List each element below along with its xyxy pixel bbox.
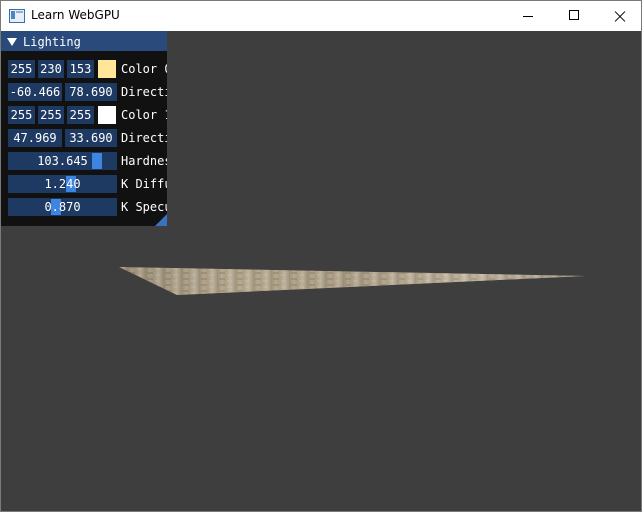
- color0-g-field[interactable]: 230: [38, 60, 64, 78]
- color1-r-field[interactable]: 255: [8, 106, 35, 124]
- hardness-slider-grab[interactable]: [92, 153, 103, 169]
- direction1-y-field[interactable]: 33.690: [65, 129, 117, 147]
- color0-label: Color 0: [121, 62, 167, 76]
- k-specular-slider[interactable]: 0.870: [8, 198, 117, 216]
- color0-r-field[interactable]: 255: [8, 60, 35, 78]
- maximize-button[interactable]: [551, 1, 597, 31]
- color0-b-field[interactable]: 153: [67, 60, 94, 78]
- k-diffuse-slider[interactable]: 1.240: [8, 175, 117, 193]
- close-button[interactable]: [597, 1, 642, 31]
- k-diffuse-label: K Diffuse: [121, 177, 167, 191]
- window-title: Learn WebGPU: [31, 8, 120, 22]
- color1-label: Color 1: [121, 108, 167, 122]
- panel-title: Lighting: [23, 35, 81, 49]
- direction0-y-field[interactable]: 78.690: [65, 83, 117, 101]
- app-icon: [9, 9, 25, 23]
- hardness-label: Hardness: [121, 154, 167, 168]
- title-bar[interactable]: Learn WebGPU: [1, 1, 641, 31]
- color1-swatch[interactable]: [98, 106, 116, 124]
- panel-title-bar[interactable]: Lighting: [1, 31, 167, 51]
- color1-b-field[interactable]: 255: [67, 106, 94, 124]
- direction1-x-field[interactable]: 47.969: [8, 129, 62, 147]
- resize-grip-icon[interactable]: [155, 214, 167, 226]
- direction0-x-field[interactable]: -60.466: [8, 83, 62, 101]
- direction0-label: Direction 0: [121, 85, 167, 99]
- color0-swatch[interactable]: [98, 60, 116, 78]
- app-window: Learn WebGPU Lighting 255 230 153 Color …: [0, 0, 642, 512]
- hardness-slider[interactable]: 103.645: [8, 152, 117, 170]
- lighting-panel: Lighting 255 230 153 Color 0 -60.466 78.…: [1, 31, 167, 226]
- direction1-label: Direction 1: [121, 131, 167, 145]
- collapse-arrow-icon[interactable]: [7, 38, 17, 46]
- minimize-button[interactable]: [505, 1, 551, 31]
- render-viewport[interactable]: Lighting 255 230 153 Color 0 -60.466 78.…: [1, 31, 641, 511]
- color1-g-field[interactable]: 255: [38, 106, 64, 124]
